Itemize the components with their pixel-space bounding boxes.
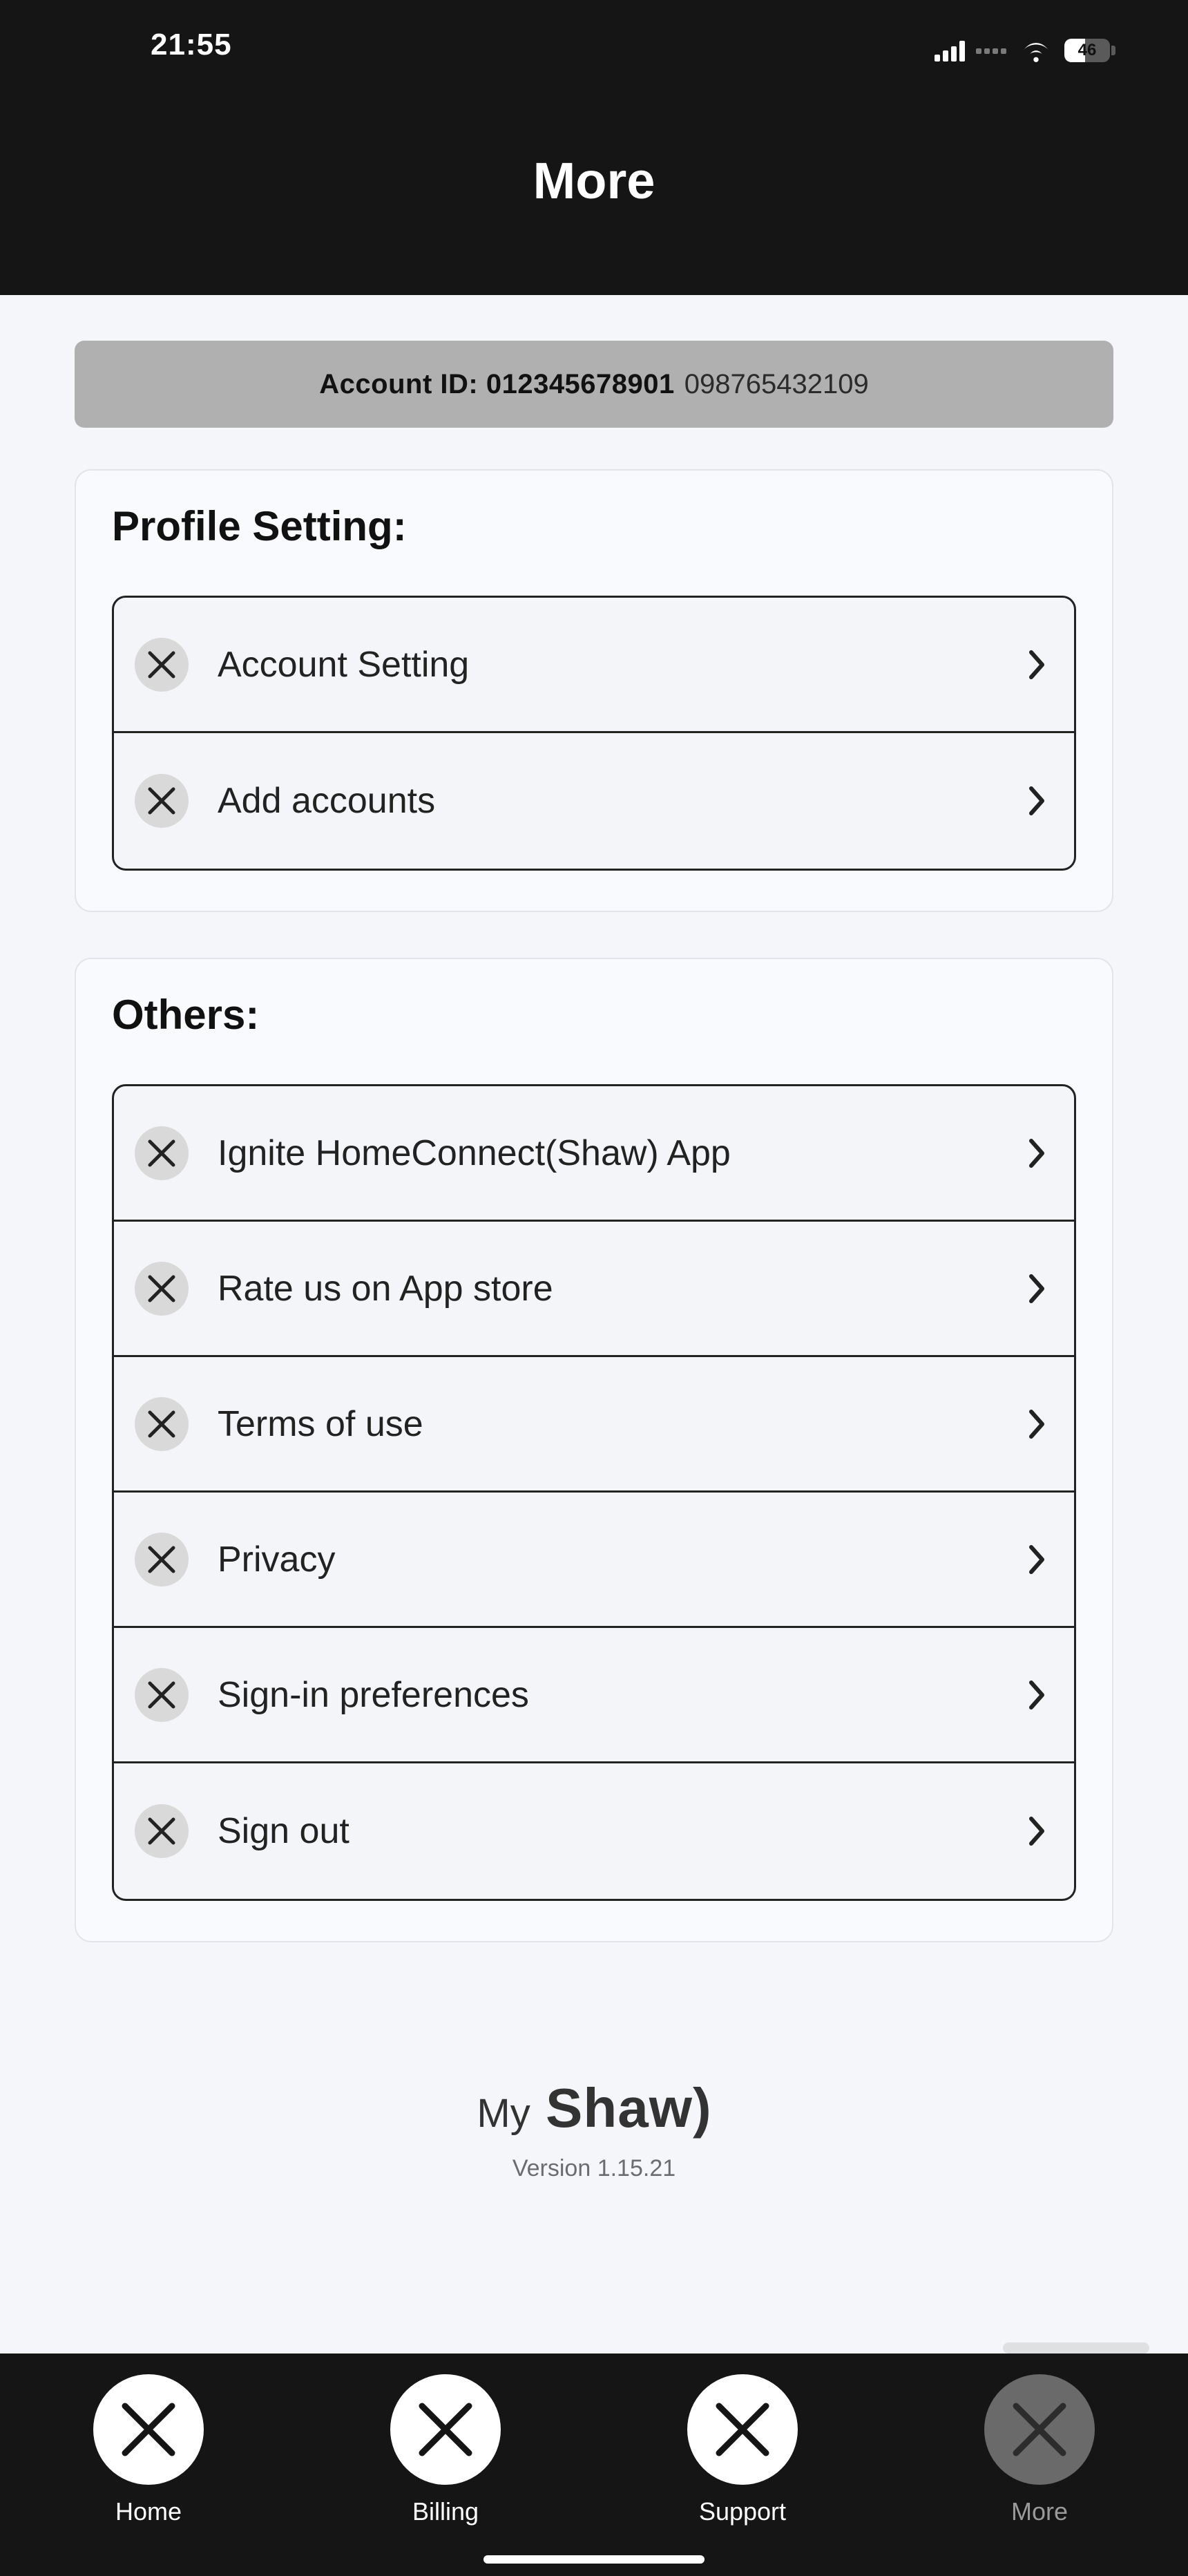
placeholder-icon (135, 1804, 189, 1858)
tab-label: Billing (412, 2497, 479, 2526)
row-account-setting[interactable]: Account Setting (114, 598, 1074, 733)
chevron-right-icon (1027, 1138, 1046, 1168)
others-section-title: Others: (112, 991, 1076, 1039)
tab-label: More (1011, 2497, 1068, 2526)
tab-label: Support (699, 2497, 786, 2526)
more-icon (984, 2374, 1095, 2485)
billing-icon (390, 2374, 501, 2485)
tab-billing[interactable]: Billing (297, 2354, 594, 2576)
row-ignite-homeconnect[interactable]: Ignite HomeConnect(Shaw) App (114, 1086, 1074, 1222)
tab-home[interactable]: Home (0, 2354, 297, 2576)
row-label: Rate us on App store (218, 1268, 1027, 1309)
placeholder-icon (135, 1126, 189, 1180)
others-list: Ignite HomeConnect(Shaw) App Rate us on … (112, 1084, 1076, 1901)
chevron-right-icon (1027, 786, 1046, 816)
page-title: More (533, 151, 655, 210)
placeholder-icon (135, 1262, 189, 1316)
row-rate-us[interactable]: Rate us on App store (114, 1222, 1074, 1357)
row-label: Ignite HomeConnect(Shaw) App (218, 1133, 1027, 1174)
chevron-right-icon (1027, 1816, 1046, 1846)
battery-icon: 46 (1064, 39, 1115, 62)
chevron-right-icon (1027, 1544, 1046, 1575)
account-id-secondary: 098765432109 (684, 369, 869, 400)
profile-list: Account Setting Add accounts (112, 596, 1076, 871)
wifi-icon (1020, 39, 1052, 62)
cellular-signal-icon (935, 39, 970, 61)
brand-logo: My Shaw) (75, 2076, 1113, 2140)
tab-label: Home (115, 2497, 182, 2526)
battery-percent: 46 (1064, 39, 1110, 62)
page-header: More (0, 66, 1188, 295)
row-add-accounts[interactable]: Add accounts (114, 733, 1074, 869)
app-version: Version 1.15.21 (75, 2155, 1113, 2182)
account-id-label: Account ID: 012345678901 (319, 369, 675, 400)
placeholder-icon (135, 1668, 189, 1722)
profile-setting-card: Profile Setting: Account Setting Add acc… (75, 469, 1113, 912)
chevron-right-icon (1027, 1680, 1046, 1710)
placeholder-icon (135, 638, 189, 692)
placeholder-icon (135, 1397, 189, 1451)
scroll-indicator (1003, 2342, 1149, 2354)
tab-more[interactable]: More (891, 2354, 1188, 2576)
row-label: Add accounts (218, 780, 1027, 822)
row-label: Sign-in preferences (218, 1674, 1027, 1716)
others-card: Others: Ignite HomeConnect(Shaw) App Rat… (75, 958, 1113, 1942)
status-bar: 21:55 46 (0, 0, 1188, 66)
home-indicator[interactable] (483, 2555, 705, 2564)
home-icon (93, 2374, 204, 2485)
chevron-right-icon (1027, 650, 1046, 680)
chevron-right-icon (1027, 1273, 1046, 1304)
row-sign-out[interactable]: Sign out (114, 1763, 1074, 1899)
row-signin-preferences[interactable]: Sign-in preferences (114, 1628, 1074, 1763)
placeholder-icon (135, 1533, 189, 1587)
account-id-banner[interactable]: Account ID: 012345678901 098765432109 (75, 341, 1113, 428)
support-icon (687, 2374, 798, 2485)
cellular-dots-icon (976, 46, 1008, 55)
brand-block: My Shaw) Version 1.15.21 (75, 2076, 1113, 2182)
placeholder-icon (135, 774, 189, 828)
row-label: Sign out (218, 1810, 1027, 1852)
tab-support[interactable]: Support (594, 2354, 891, 2576)
chevron-right-icon (1027, 1409, 1046, 1439)
row-label: Privacy (218, 1539, 1027, 1580)
row-label: Account Setting (218, 644, 1027, 685)
row-label: Terms of use (218, 1403, 1027, 1445)
tab-bar: Home Billing Support More (0, 2354, 1188, 2576)
row-privacy[interactable]: Privacy (114, 1493, 1074, 1628)
row-terms-of-use[interactable]: Terms of use (114, 1357, 1074, 1493)
status-time: 21:55 (151, 28, 232, 62)
profile-section-title: Profile Setting: (112, 502, 1076, 550)
status-indicators: 46 (935, 39, 1115, 62)
